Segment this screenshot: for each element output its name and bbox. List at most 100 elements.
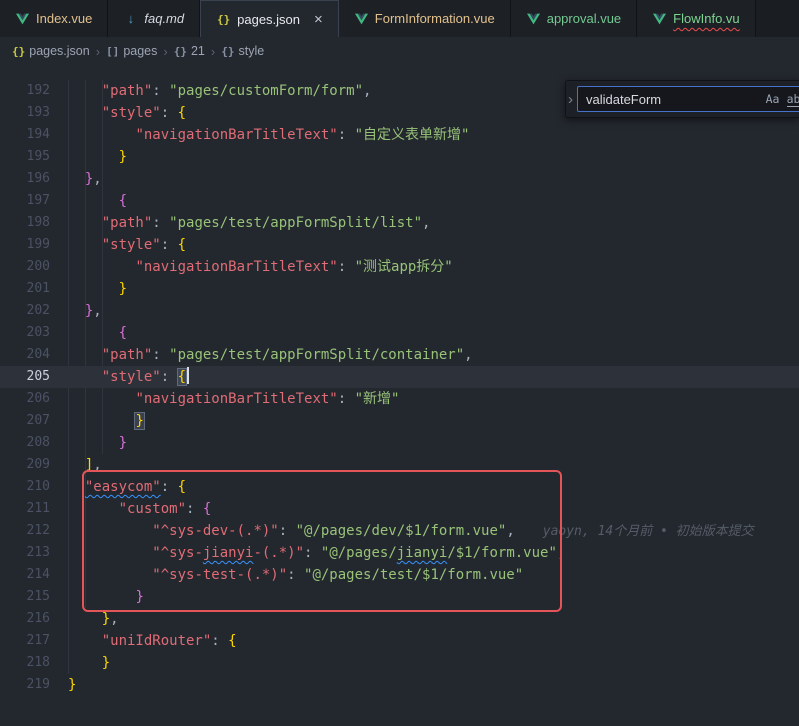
code-text[interactable]: "style": { (50, 366, 189, 388)
code-text[interactable]: "^sys-dev-(.*)": "@/pages/dev/$1/form.vu… (50, 520, 754, 542)
code-text[interactable]: } (50, 674, 76, 696)
code-text[interactable]: } (50, 146, 127, 168)
code-token (68, 281, 119, 297)
code-token (68, 193, 119, 209)
tab-bar: Index.vue ↓faq.md{}pages.json×FormInforma… (0, 0, 799, 37)
code-line-201[interactable]: 201 } (0, 278, 799, 300)
find-input[interactable] (586, 92, 762, 107)
code-line-195[interactable]: 195 } (0, 146, 799, 168)
code-token: "^sys-dev-(.*)" (152, 523, 278, 539)
code-text[interactable]: "navigationBarTitleText": "自定义表单新增" (50, 124, 469, 146)
code-text[interactable]: }, (50, 608, 119, 630)
line-number: 219 (0, 674, 50, 696)
code-text[interactable]: }, (50, 300, 102, 322)
code-text[interactable]: "^sys-test-(.*)": "@/pages/test/$1/form.… (50, 564, 523, 586)
code-text[interactable]: "style": { (50, 102, 186, 124)
code-text[interactable]: "navigationBarTitleText": "测试app拆分" (50, 256, 453, 278)
code-line-208[interactable]: 208 } (0, 432, 799, 454)
tab-forminformation-vue[interactable]: FormInformation.vue (339, 0, 511, 37)
code-token (68, 215, 102, 231)
code-token: : (338, 127, 355, 143)
code-line-212[interactable]: 212 "^sys-dev-(.*)": "@/pages/dev/$1/for… (0, 520, 799, 542)
code-text[interactable]: } (50, 432, 127, 454)
code-text[interactable]: ], (50, 454, 102, 476)
code-token (68, 105, 102, 121)
code-text[interactable]: { (50, 190, 127, 212)
code-token (68, 567, 152, 583)
code-token: "path" (102, 215, 153, 231)
code-token: , (93, 303, 101, 319)
code-line-200[interactable]: 200 "navigationBarTitleText": "测试app拆分" (0, 256, 799, 278)
match-case-toggle-label: Aa (766, 92, 780, 106)
code-editor[interactable]: 192 "path": "pages/customForm/form",193 … (0, 65, 799, 726)
code-line-210[interactable]: 210 "easycom": { (0, 476, 799, 498)
code-line-202[interactable]: 202 }, (0, 300, 799, 322)
code-line-217[interactable]: 217 "uniIdRouter": { (0, 630, 799, 652)
code-text[interactable]: "easycom": { (50, 476, 186, 498)
whole-word-toggle[interactable]: ab (783, 89, 799, 110)
code-text[interactable]: } (50, 652, 110, 674)
code-token: { (228, 633, 236, 649)
breadcrumb-item-pages.json[interactable]: {}pages.json (12, 44, 90, 58)
line-number: 210 (0, 476, 50, 498)
code-line-196[interactable]: 196 }, (0, 168, 799, 190)
code-line-215[interactable]: 215 } (0, 586, 799, 608)
code-token (68, 435, 119, 451)
code-line-197[interactable]: 197 { (0, 190, 799, 212)
tab-flowinfo-vu[interactable]: FlowInfo.vu (637, 0, 755, 37)
tab-index-vue[interactable]: Index.vue (0, 0, 108, 37)
code-text[interactable]: } (50, 410, 144, 432)
code-text[interactable]: "custom": { (50, 498, 211, 520)
code-token: , (93, 457, 101, 473)
code-line-218[interactable]: 218 } (0, 652, 799, 674)
breadcrumb-label: style (238, 44, 264, 58)
code-line-204[interactable]: 204 "path": "pages/test/appFormSplit/con… (0, 344, 799, 366)
code-token (68, 479, 85, 495)
code-text[interactable]: "^sys-jianyi-(.*)": "@/pages/jianyi/$1/f… (50, 542, 565, 564)
code-line-198[interactable]: 198 "path": "pages/test/appFormSplit/lis… (0, 212, 799, 234)
match-case-toggle[interactable]: Aa (762, 89, 783, 110)
line-number: 194 (0, 124, 50, 146)
code-line-194[interactable]: 194 "navigationBarTitleText": "自定义表单新增" (0, 124, 799, 146)
code-text[interactable]: "path": "pages/test/appFormSplit/contain… (50, 344, 473, 366)
code-token: "^sys- (152, 545, 203, 561)
code-text[interactable]: "navigationBarTitleText": "新增" (50, 388, 399, 410)
code-text[interactable]: } (50, 278, 127, 300)
breadcrumb-item-21[interactable]: {}21 (174, 44, 205, 58)
vue-icon (15, 13, 30, 25)
code-text[interactable]: "style": { (50, 234, 186, 256)
close-icon[interactable]: × (314, 12, 323, 27)
code-token (68, 303, 85, 319)
tab-label: Index.vue (36, 11, 92, 26)
breadcrumb-item-pages[interactable]: []pages (106, 44, 157, 58)
code-text[interactable]: "uniIdRouter": { (50, 630, 237, 652)
code-text[interactable]: { (50, 322, 127, 344)
tab-approval-vue[interactable]: approval.vue (511, 0, 637, 37)
code-text[interactable]: }, (50, 168, 102, 190)
code-line-211[interactable]: 211 "custom": { (0, 498, 799, 520)
code-line-199[interactable]: 199 "style": { (0, 234, 799, 256)
tab-pages-json[interactable]: {}pages.json× (200, 0, 339, 37)
toggle-replace-chevron-icon[interactable]: › (568, 91, 573, 108)
find-input-box: Aaab.* (577, 86, 799, 112)
code-line-207[interactable]: 207 } (0, 410, 799, 432)
line-number: 214 (0, 564, 50, 586)
code-line-205[interactable]: 205 "style": { (0, 366, 799, 388)
code-line-216[interactable]: 216 }, (0, 608, 799, 630)
line-number: 200 (0, 256, 50, 278)
code-line-219[interactable]: 219} (0, 674, 799, 696)
code-token: "^sys-test-(.*)" (152, 567, 287, 583)
code-text[interactable]: } (50, 586, 144, 608)
line-number: 208 (0, 432, 50, 454)
breadcrumb-item-style[interactable]: {}style (221, 44, 264, 58)
code-line-203[interactable]: 203 { (0, 322, 799, 344)
code-line-213[interactable]: 213 "^sys-jianyi-(.*)": "@/pages/jianyi/… (0, 542, 799, 564)
line-number: 195 (0, 146, 50, 168)
code-text[interactable]: "path": "pages/customForm/form", (50, 80, 371, 102)
code-line-214[interactable]: 214 "^sys-test-(.*)": "@/pages/test/$1/f… (0, 564, 799, 586)
code-text[interactable]: "path": "pages/test/appFormSplit/list", (50, 212, 430, 234)
code-line-209[interactable]: 209 ], (0, 454, 799, 476)
line-number: 202 (0, 300, 50, 322)
tab-faq-md[interactable]: ↓faq.md (108, 0, 200, 37)
code-line-206[interactable]: 206 "navigationBarTitleText": "新增" (0, 388, 799, 410)
